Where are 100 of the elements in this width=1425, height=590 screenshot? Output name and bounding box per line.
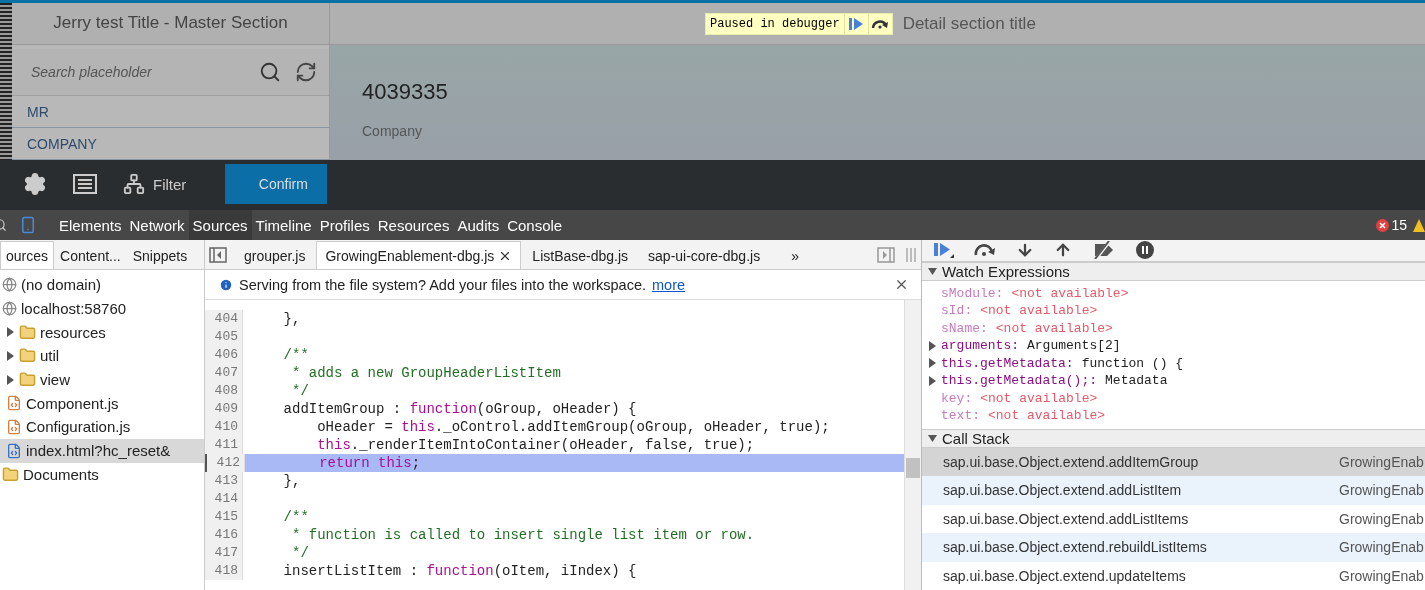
search-icon[interactable] — [259, 61, 281, 84]
code-line: oHeader = this._oControl.addItemGroup(oGroup, oHeader, true); — [316, 418, 830, 436]
devtools-tab[interactable]: Audits — [453, 210, 504, 240]
line-number: 408 — [205, 382, 243, 400]
info-icon — [219, 277, 233, 292]
line-number: 409 — [205, 400, 243, 418]
search-box[interactable]: Search placeholder — [12, 48, 329, 97]
editor-tab[interactable]: GrowingEnablement-dbg.js — [316, 241, 522, 269]
device-icon[interactable] — [19, 216, 37, 234]
line-number: 410 — [205, 418, 243, 436]
filter-button[interactable]: Filter — [123, 173, 187, 195]
script-file-icon — [6, 395, 22, 412]
expand-arrow-icon[interactable] — [928, 375, 937, 386]
code-line: * function is called to insert single list item or row. — [291, 526, 755, 544]
watch-expression[interactable]: text: <not available> — [928, 407, 1425, 425]
more-tabs-button[interactable]: » — [785, 241, 805, 269]
search-field[interactable]: Search placeholder — [29, 63, 245, 82]
scrollbar[interactable] — [904, 300, 921, 590]
devtools-tab[interactable]: Console — [503, 210, 567, 240]
step-over-icon[interactable] — [974, 244, 996, 257]
code-line: */ — [291, 382, 309, 400]
folder-icon — [2, 465, 19, 483]
devtools-tab[interactable]: Profiles — [315, 210, 374, 240]
file-tree-item[interactable]: view — [0, 367, 204, 392]
list-button[interactable] — [73, 174, 97, 194]
file-tree-item[interactable]: util — [0, 344, 204, 368]
html-file-icon — [6, 442, 22, 459]
detail-title: Detail section title — [902, 13, 1036, 34]
settings-button[interactable] — [23, 172, 47, 196]
editor-tab[interactable]: ListBase-dbg.js — [523, 241, 638, 269]
editor-tab[interactable]: sap-ui-core-dbg.js — [639, 241, 770, 269]
line-number: 404 — [205, 310, 243, 328]
pane-title: Call Stack — [942, 429, 1010, 447]
code-line: return this; — [318, 454, 421, 472]
expand-arrow-icon[interactable] — [6, 374, 15, 385]
close-icon[interactable] — [894, 277, 909, 292]
navigator-tab[interactable]: Snippets — [126, 241, 194, 269]
navigator-tab[interactable]: Content... — [54, 241, 127, 269]
file-tree-item[interactable]: index.html?hc_reset& — [0, 438, 204, 463]
watch-expression[interactable]: this.getMetadata: function () { — [928, 354, 1425, 372]
scrollbar-thumb[interactable] — [906, 458, 920, 478]
file-tree-item[interactable]: Configuration.js — [0, 415, 204, 439]
devtools-tab[interactable]: Resources — [373, 210, 454, 240]
confirm-button[interactable]: Confirm — [225, 164, 328, 204]
frame-file: GrowingEnab — [1339, 567, 1425, 584]
devtools-tab[interactable]: Timeline — [251, 210, 316, 240]
expand-arrow-icon[interactable] — [928, 433, 937, 443]
pane-header[interactable]: Call Stack — [922, 428, 1425, 448]
devtools-tab[interactable]: Network — [125, 210, 189, 240]
watch-expression[interactable]: arguments: Arguments[2] — [928, 337, 1425, 355]
master-list-item[interactable]: MR — [12, 96, 329, 129]
error-icon — [1376, 218, 1390, 232]
info-text: Serving from the file system? Add your files into the workspace. — [239, 276, 646, 293]
line-number: 414 — [205, 490, 243, 508]
editor-tab[interactable]: grouper.js — [235, 241, 315, 269]
globe-icon — [2, 301, 17, 317]
resume-icon[interactable] — [849, 17, 864, 30]
line-number: 417 — [205, 544, 243, 562]
file-tree-item[interactable]: localhost:58760 — [0, 296, 204, 321]
watch-expression[interactable]: sModule: <not available> — [928, 284, 1425, 302]
line-number: 411 — [205, 436, 243, 454]
code-line: }, — [282, 310, 301, 328]
devtools-tab[interactable]: Sources — [188, 210, 252, 240]
watch-expression[interactable]: sName: <not available> — [928, 319, 1425, 337]
frame-file: GrowingEnab — [1339, 453, 1425, 470]
watch-expression[interactable]: this.getMetadata();: Metadata — [928, 372, 1425, 390]
refresh-icon[interactable] — [295, 61, 317, 84]
watch-expression[interactable]: sId: <not available> — [928, 302, 1425, 320]
expand-arrow-icon[interactable] — [928, 358, 937, 369]
call-stack-frame[interactable]: sap.ui.base.Object.extend.addListItem GrowingEnab — [922, 476, 1425, 505]
pause-icon[interactable] — [1136, 241, 1154, 260]
line-number: 418 — [205, 562, 243, 580]
expand-arrow-icon[interactable] — [928, 340, 937, 351]
code-line: this._renderItemIntoContainer(oHeader, false, true); — [316, 436, 755, 454]
panel-toggle-icon[interactable] — [877, 246, 895, 263]
file-tree-item[interactable]: Component.js — [0, 391, 204, 416]
frame-file: GrowingEnab — [1339, 510, 1425, 527]
sidebar-toggle-icon[interactable] — [209, 246, 227, 263]
line-number: 415 — [205, 508, 243, 526]
deactivate-breakpoints-icon[interactable] — [1092, 241, 1116, 260]
resume-icon[interactable] — [934, 242, 954, 259]
line-number: 413 — [205, 472, 243, 490]
step-over-icon[interactable] — [871, 18, 890, 29]
more-link[interactable]: more — [652, 276, 686, 293]
navigator-tab[interactable]: ources — [0, 241, 55, 269]
call-stack-frame[interactable]: sap.ui.base.Object.extend.addItemGroup GrowingEnab — [922, 447, 1425, 476]
frame-file: GrowingEnab — [1339, 482, 1425, 499]
file-tree-item[interactable]: Documents — [0, 462, 204, 487]
expand-arrow-icon[interactable] — [6, 327, 15, 338]
detail-number: 4039335 — [362, 79, 449, 105]
watch-expression[interactable]: key: <not available> — [928, 389, 1425, 407]
expand-arrow-icon[interactable] — [928, 266, 937, 276]
file-tree-item[interactable]: resources — [0, 320, 204, 345]
frame-file: GrowingEnab — [1339, 539, 1425, 556]
devtools-tab[interactable]: Elements — [55, 210, 126, 240]
hierarchy-icon[interactable] — [123, 173, 145, 195]
expand-arrow-icon[interactable] — [6, 350, 15, 361]
folder-icon — [19, 347, 36, 365]
file-tree-item[interactable]: (no domain) — [0, 273, 204, 297]
call-stack-frame[interactable]: sap.ui.base.Object.extend.rebuildListItems GrowingEnab — [922, 533, 1425, 562]
